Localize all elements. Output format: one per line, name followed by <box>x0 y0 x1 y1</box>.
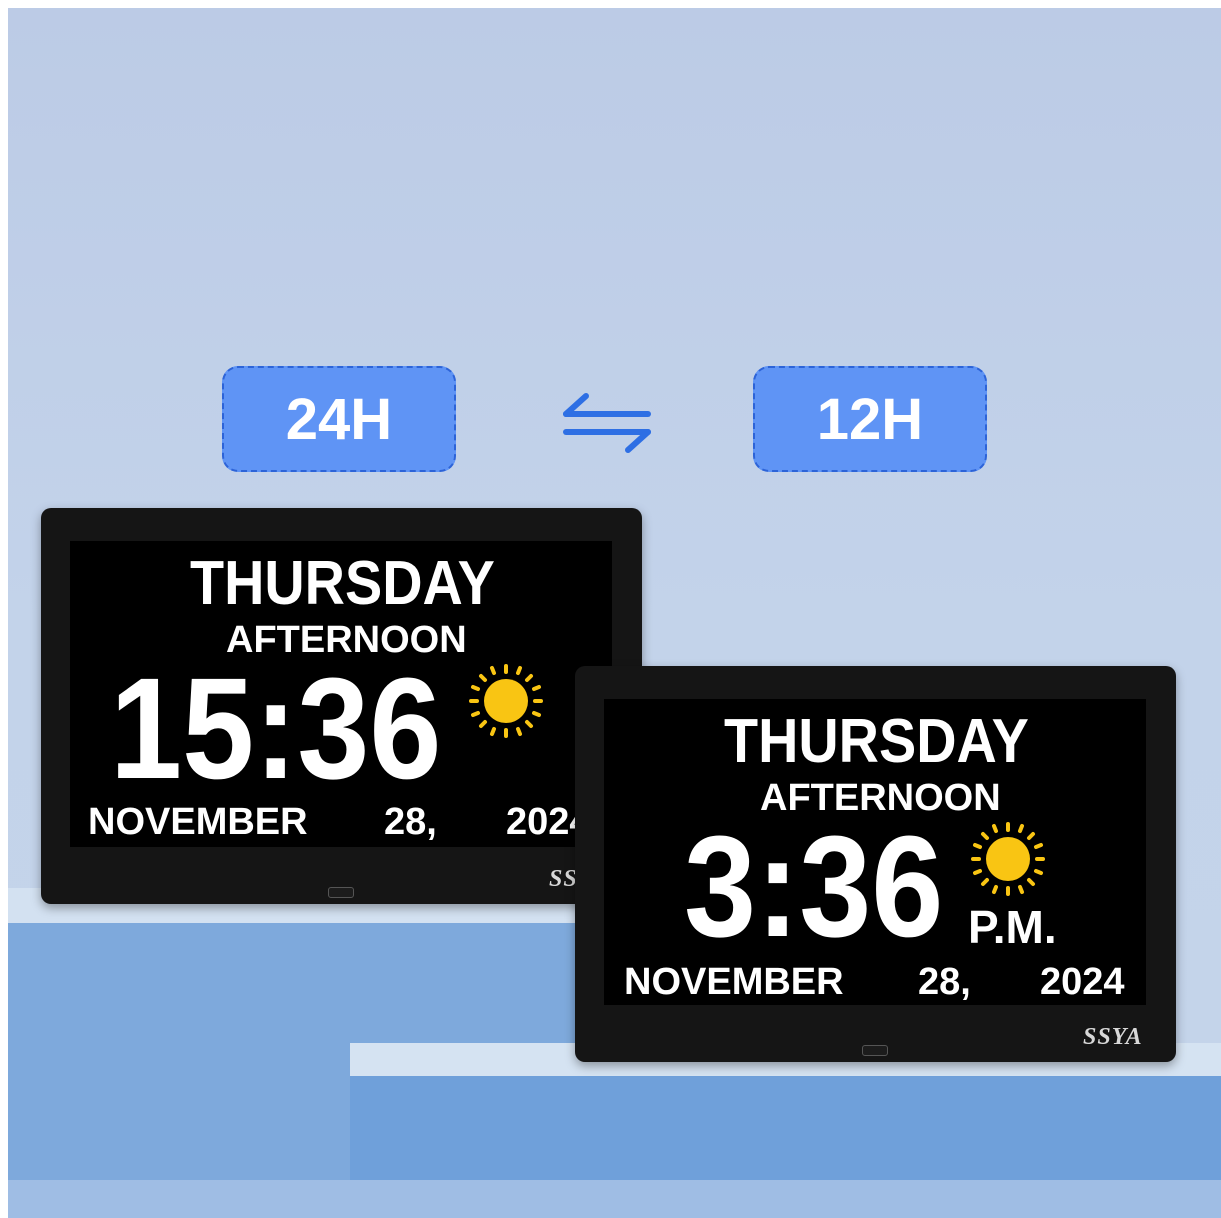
product-scene: 24H 12H THURSDAY AFTERNOON 15:36 NOVEMBE… <box>8 8 1221 1218</box>
clock-12h-year: 2024 <box>1040 961 1125 1003</box>
clock-12h-date: 28, <box>918 961 971 1003</box>
clock-12h-screen: THURSDAY AFTERNOON 3:36 P.M. NOVEMBER 28… <box>604 699 1146 1005</box>
format-24h-label: 24H <box>285 386 393 452</box>
floor <box>8 1180 1221 1218</box>
clock-12h-meridiem: P.M. <box>968 901 1057 953</box>
format-12h-badge: 12H <box>753 366 987 472</box>
clock-12h-sensor <box>862 1045 888 1056</box>
swap-arrows-icon <box>563 393 651 453</box>
clock-12h-time: 3:36 <box>684 806 944 967</box>
clock-24h-device: THURSDAY AFTERNOON 15:36 NOVEMBER 28, 20… <box>41 508 642 904</box>
front-shelf-front <box>350 1076 1221 1180</box>
clock-24h-sensor <box>328 887 354 898</box>
format-12h-label: 12H <box>816 386 924 452</box>
clock-24h-screen: THURSDAY AFTERNOON 15:36 NOVEMBER 28, 20… <box>70 541 612 847</box>
sun-icon <box>971 822 1045 896</box>
clock-24h-month: NOVEMBER <box>88 801 308 843</box>
clock-12h-day: THURSDAY <box>724 707 1029 776</box>
clock-12h-device: THURSDAY AFTERNOON 3:36 P.M. NOVEMBER 28… <box>575 666 1176 1062</box>
format-24h-badge: 24H <box>222 366 456 472</box>
clock-24h-date: 28, <box>384 801 437 843</box>
sun-icon <box>469 664 543 738</box>
clock-24h-time: 15:36 <box>110 648 442 809</box>
clock-12h-month: NOVEMBER <box>624 961 844 1003</box>
clock-24h-day: THURSDAY <box>190 549 495 618</box>
clock-12h-brand: SSYA <box>1083 1024 1143 1050</box>
